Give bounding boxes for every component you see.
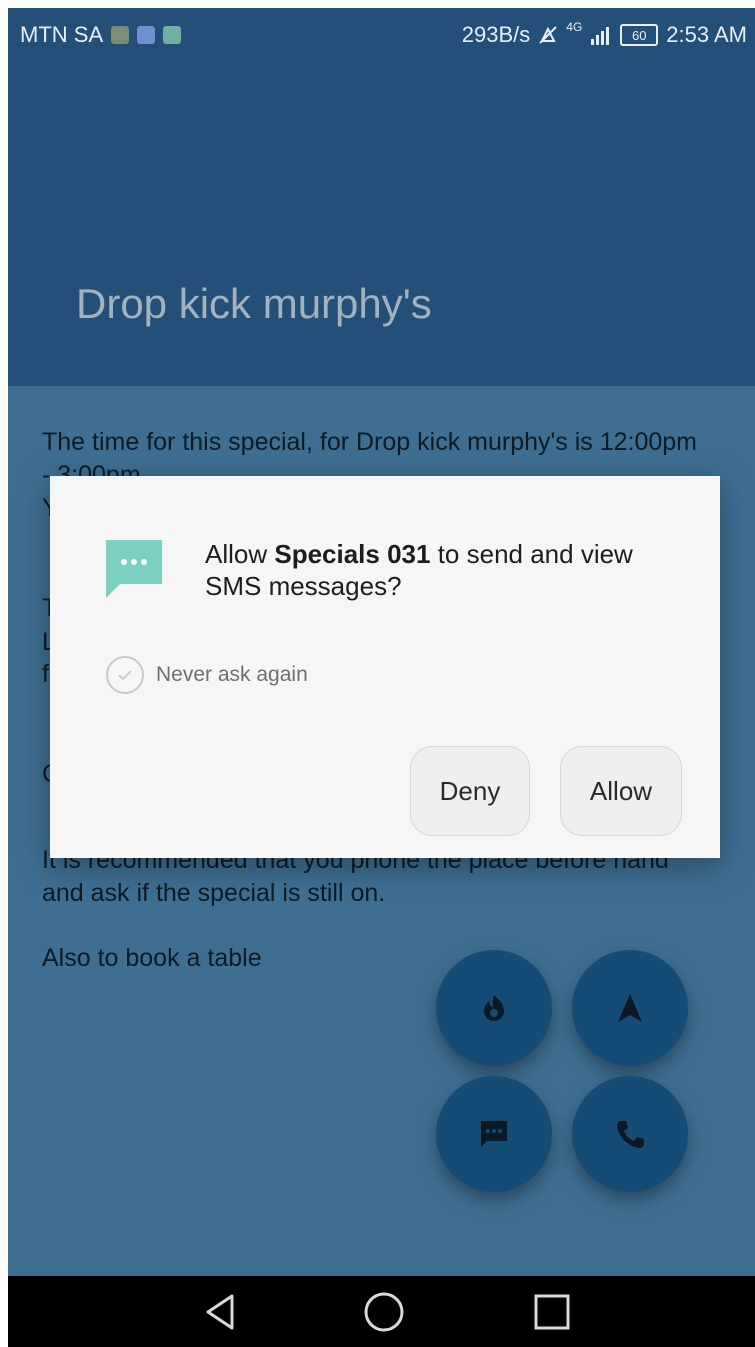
home-button[interactable]: [362, 1290, 406, 1334]
permission-message: Allow Specials 031 to send and view SMS …: [205, 538, 675, 602]
phone-icon: [617, 1121, 644, 1148]
battery-icon: 60: [620, 24, 659, 46]
mute-icon: [539, 26, 557, 44]
message-icon: [106, 540, 162, 598]
network-type: 4G: [566, 20, 583, 34]
allow-button[interactable]: Allow: [560, 746, 682, 836]
navigate-button[interactable]: [572, 950, 688, 1066]
app-name: Specials 031: [274, 539, 431, 569]
navigation-bar: [8, 1276, 755, 1347]
signal-icon: [591, 27, 610, 45]
photo-icon: [111, 26, 130, 44]
status-bar: MTN SA 293B/s 4G 60 2:53 AM: [8, 8, 755, 64]
never-ask-again-row[interactable]: Never ask again: [106, 656, 308, 694]
back-icon: [206, 1294, 234, 1330]
home-icon: [364, 1292, 404, 1332]
status-right: 293B/s 4G 60 2:53 AM: [461, 20, 747, 48]
permission-dialog: Allow Specials 031 to send and view SMS …: [50, 476, 720, 858]
sms-button[interactable]: [436, 1076, 552, 1192]
sms-icon: [481, 1121, 507, 1147]
recents-icon: [534, 1294, 570, 1330]
page-title: Drop kick murphy's: [76, 280, 432, 327]
net-speed: 293B/s: [461, 22, 531, 47]
call-button[interactable]: [572, 1076, 688, 1192]
back-button[interactable]: [198, 1290, 242, 1334]
clock: 2:53 AM: [666, 22, 747, 47]
screen: MTN SA 293B/s 4G 60 2:53 AM Drop kick mu…: [8, 8, 755, 1347]
carrier-name: MTN SA: [20, 22, 104, 47]
navigation-icon: [618, 994, 642, 1022]
check-icon: [118, 670, 132, 681]
never-ask-again-checkbox[interactable]: [106, 656, 144, 694]
image-icon: [163, 26, 182, 44]
status-left: MTN SA: [20, 22, 182, 48]
deny-button[interactable]: Deny: [410, 746, 530, 836]
app-bar: Drop kick murphy's: [8, 64, 755, 386]
message-prefix: Allow: [205, 539, 275, 569]
gallery-icon: [137, 26, 156, 44]
flame-button[interactable]: [436, 950, 552, 1066]
flame-icon: [484, 995, 504, 1021]
recents-button[interactable]: [530, 1290, 574, 1334]
never-ask-again-label: Never ask again: [156, 663, 308, 686]
